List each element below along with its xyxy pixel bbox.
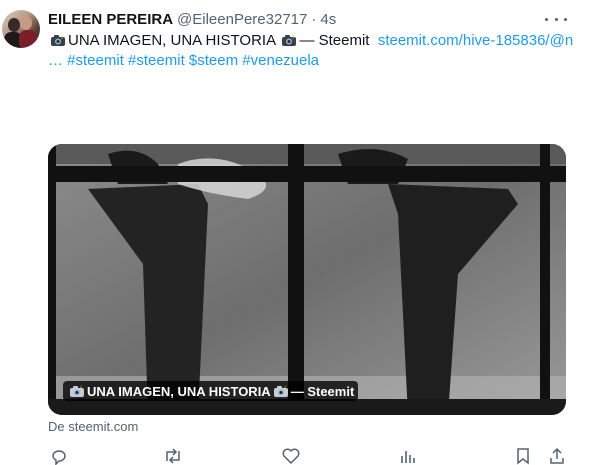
bookmark-icon[interactable] — [515, 447, 531, 465]
more-dots-icon[interactable] — [545, 11, 567, 27]
hashtag-link[interactable]: #steemit — [67, 52, 124, 69]
card-title-suffix: — Steemit — [290, 383, 355, 399]
card-image — [48, 144, 566, 415]
author-handle[interactable]: @EileenPere32717 — [177, 11, 307, 28]
camera-flash-emoji-icon — [51, 34, 65, 46]
hashtag-link[interactable]: #venezuela — [242, 52, 319, 69]
tweet-header: EILEEN PEREIRA @EileenPere32717 · 4s — [48, 10, 336, 28]
link-card[interactable] — [48, 144, 566, 415]
card-source[interactable]: De steemit.com — [48, 419, 138, 434]
camera-flash-emoji-icon — [70, 384, 84, 397]
share-icon[interactable] — [549, 447, 565, 465]
retweet-icon[interactable] — [163, 447, 183, 465]
reply-icon[interactable] — [50, 447, 68, 465]
heart-icon[interactable] — [282, 447, 300, 465]
timestamp[interactable]: 4s — [320, 11, 336, 28]
card-title-overlay: UNA IMAGEN, UNA HISTORIA — Steemit — [63, 381, 359, 401]
tweet-suffix-text: — Steemit — [299, 32, 370, 49]
tweet-title-text: UNA IMAGEN, UNA HISTORIA — [68, 32, 276, 49]
author-name[interactable]: EILEEN PEREIRA — [48, 11, 173, 28]
avatar[interactable] — [2, 10, 40, 48]
cashtag-link[interactable]: $steem — [189, 52, 238, 69]
tweet-text: UNA IMAGEN, UNA HISTORIA — Steemit steem… — [48, 31, 588, 71]
camera-flash-emoji-icon — [282, 34, 297, 46]
views-icon[interactable] — [399, 447, 417, 465]
action-bar — [48, 447, 568, 465]
camera-flash-emoji-icon — [273, 384, 288, 397]
hashtag-link[interactable]: #steemit — [128, 52, 185, 69]
separator-dot: · — [311, 10, 317, 28]
card-title: UNA IMAGEN, UNA HISTORIA — [87, 383, 271, 399]
